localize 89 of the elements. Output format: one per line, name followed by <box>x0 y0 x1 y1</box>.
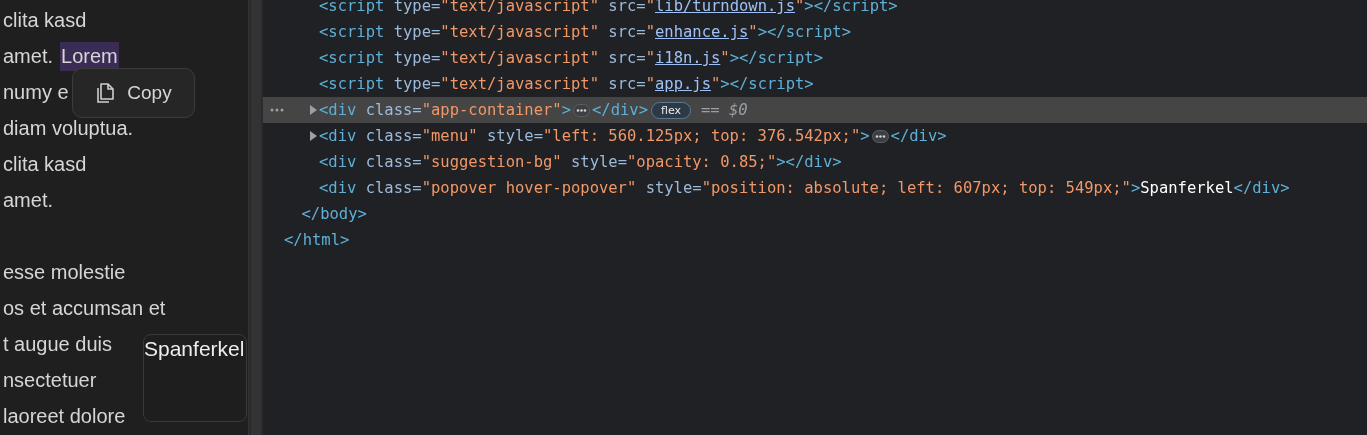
ellipsis-icon[interactable] <box>871 129 889 143</box>
text-line: clita kasd <box>2 151 88 177</box>
code-link[interactable]: app.js <box>655 75 711 93</box>
code-token: ></script> <box>720 75 814 93</box>
code-token: <script <box>319 23 385 41</box>
text-line: clita kasd <box>2 7 88 33</box>
collapsed-triangle-icon[interactable] <box>309 131 317 141</box>
code-token: class= <box>364 153 422 171</box>
dom-node-row[interactable]: <script type="text/javascript" src="enhance.js"></script> <box>263 19 1367 45</box>
code-token: <script <box>319 75 385 93</box>
code-token: type= <box>392 0 441 15</box>
code-token: "text/javascript" <box>440 75 599 93</box>
code-token: " <box>711 75 721 93</box>
dom-node-row[interactable]: <div class="popover hover-popover" style="position: absolute; left: 607px; top: 549px;">Spanferkel</div> <box>263 175 1367 201</box>
code-token: <div <box>319 179 357 197</box>
text-line: nsectetuer <box>2 367 98 393</box>
code-token: > <box>860 127 870 145</box>
dom-node-row[interactable]: <script type="text/javascript" src="app.js"></script> <box>263 71 1367 97</box>
code-token: type= <box>392 49 441 67</box>
code-token: ></script> <box>729 49 823 67</box>
code-token: src= <box>607 75 646 93</box>
text-line: t augue duis <box>2 331 113 357</box>
code-token: "text/javascript" <box>440 0 599 15</box>
code-token: class= <box>364 101 422 119</box>
code-token: ></div> <box>776 153 842 171</box>
code-token: "suggestion-bg" <box>421 153 562 171</box>
code-token: <div <box>319 127 357 145</box>
code-token: </div> <box>592 101 648 119</box>
code-token: " <box>794 0 805 15</box>
code-token: <script <box>319 0 385 15</box>
code-token: </div> <box>890 127 947 145</box>
code-token: " <box>645 23 655 41</box>
code-token: src= <box>607 0 646 15</box>
code-token: " <box>720 49 730 67</box>
code-token: </html> <box>284 231 350 249</box>
code-token: style= <box>569 153 627 171</box>
code-token: </div> <box>1233 179 1290 197</box>
dom-node-row[interactable]: <div class="suggestion-bg" style="opacity: 0.85;"></div> <box>263 149 1367 175</box>
code-token: style= <box>644 179 702 197</box>
code-token: ></script> <box>757 23 851 41</box>
selected-text: Lorem <box>60 41 119 71</box>
code-token: style= <box>486 127 543 145</box>
dom-node-row[interactable]: <div class="menu" style="left: 560.125px; top: 376.542px;"> </div> <box>263 123 1367 149</box>
text-line: numy e <box>2 79 70 105</box>
code-token: "left: 560.125px; top: 376.542px;" <box>543 127 861 145</box>
code-token: "text/javascript" <box>440 49 599 67</box>
code-link[interactable]: i18n.js <box>655 49 721 67</box>
code-token: type= <box>392 75 441 93</box>
text-line: laoreet dolore <box>2 403 127 429</box>
code-token: type= <box>392 23 441 41</box>
code-token: > <box>1130 179 1141 197</box>
code-token: "opacity: 0.85;" <box>626 153 777 171</box>
more-icon <box>270 108 284 112</box>
text-line: esse molestie <box>2 259 127 285</box>
code-token: "menu" <box>421 127 478 145</box>
text-line: amet. <box>2 43 55 69</box>
code-token: src= <box>607 23 646 41</box>
code-token: class= <box>364 179 422 197</box>
dom-node-row[interactable]: <div class="app-container"> </div> flex == $0 <box>263 97 1367 123</box>
code-token: "popover hover-popover" <box>421 179 637 197</box>
code-token: <div <box>319 153 357 171</box>
code-token: " <box>748 23 758 41</box>
flex-badge[interactable]: flex <box>651 101 691 119</box>
code-token: > <box>561 101 571 119</box>
scrollbar[interactable] <box>248 0 263 435</box>
console-reference: == $0 <box>701 101 748 119</box>
collapsed-triangle-icon[interactable] <box>309 105 317 115</box>
code-token: src= <box>607 49 646 67</box>
code-token: " <box>645 49 655 67</box>
code-token: </body> <box>301 205 367 223</box>
code-token: " <box>645 0 655 15</box>
code-token: class= <box>364 127 422 145</box>
dom-node-row[interactable]: <script type="text/javascript" src="i18n.js"></script> <box>263 45 1367 71</box>
code-token: "text/javascript" <box>440 23 599 41</box>
code-token: "app-container" <box>421 101 562 119</box>
text-line: diam voluptua. <box>2 115 135 141</box>
code-token: ></script> <box>804 0 898 15</box>
text-line: os et accumsan et <box>2 295 167 321</box>
code-token: <script <box>319 49 385 67</box>
copy-menu-item[interactable]: Copy <box>91 78 176 108</box>
code-token: Spanferkel <box>1140 179 1234 197</box>
ellipsis-icon[interactable] <box>573 103 590 117</box>
copy-icon <box>95 82 116 104</box>
code-token: <div <box>319 101 357 119</box>
hover-popover: Spanferkel <box>143 334 247 422</box>
code-token: " <box>645 75 655 93</box>
code-link[interactable]: enhance.js <box>655 23 749 41</box>
text-line: amet. <box>2 187 55 213</box>
code-token: "position: absolute; left: 607px; top: 549px;" <box>701 179 1131 197</box>
